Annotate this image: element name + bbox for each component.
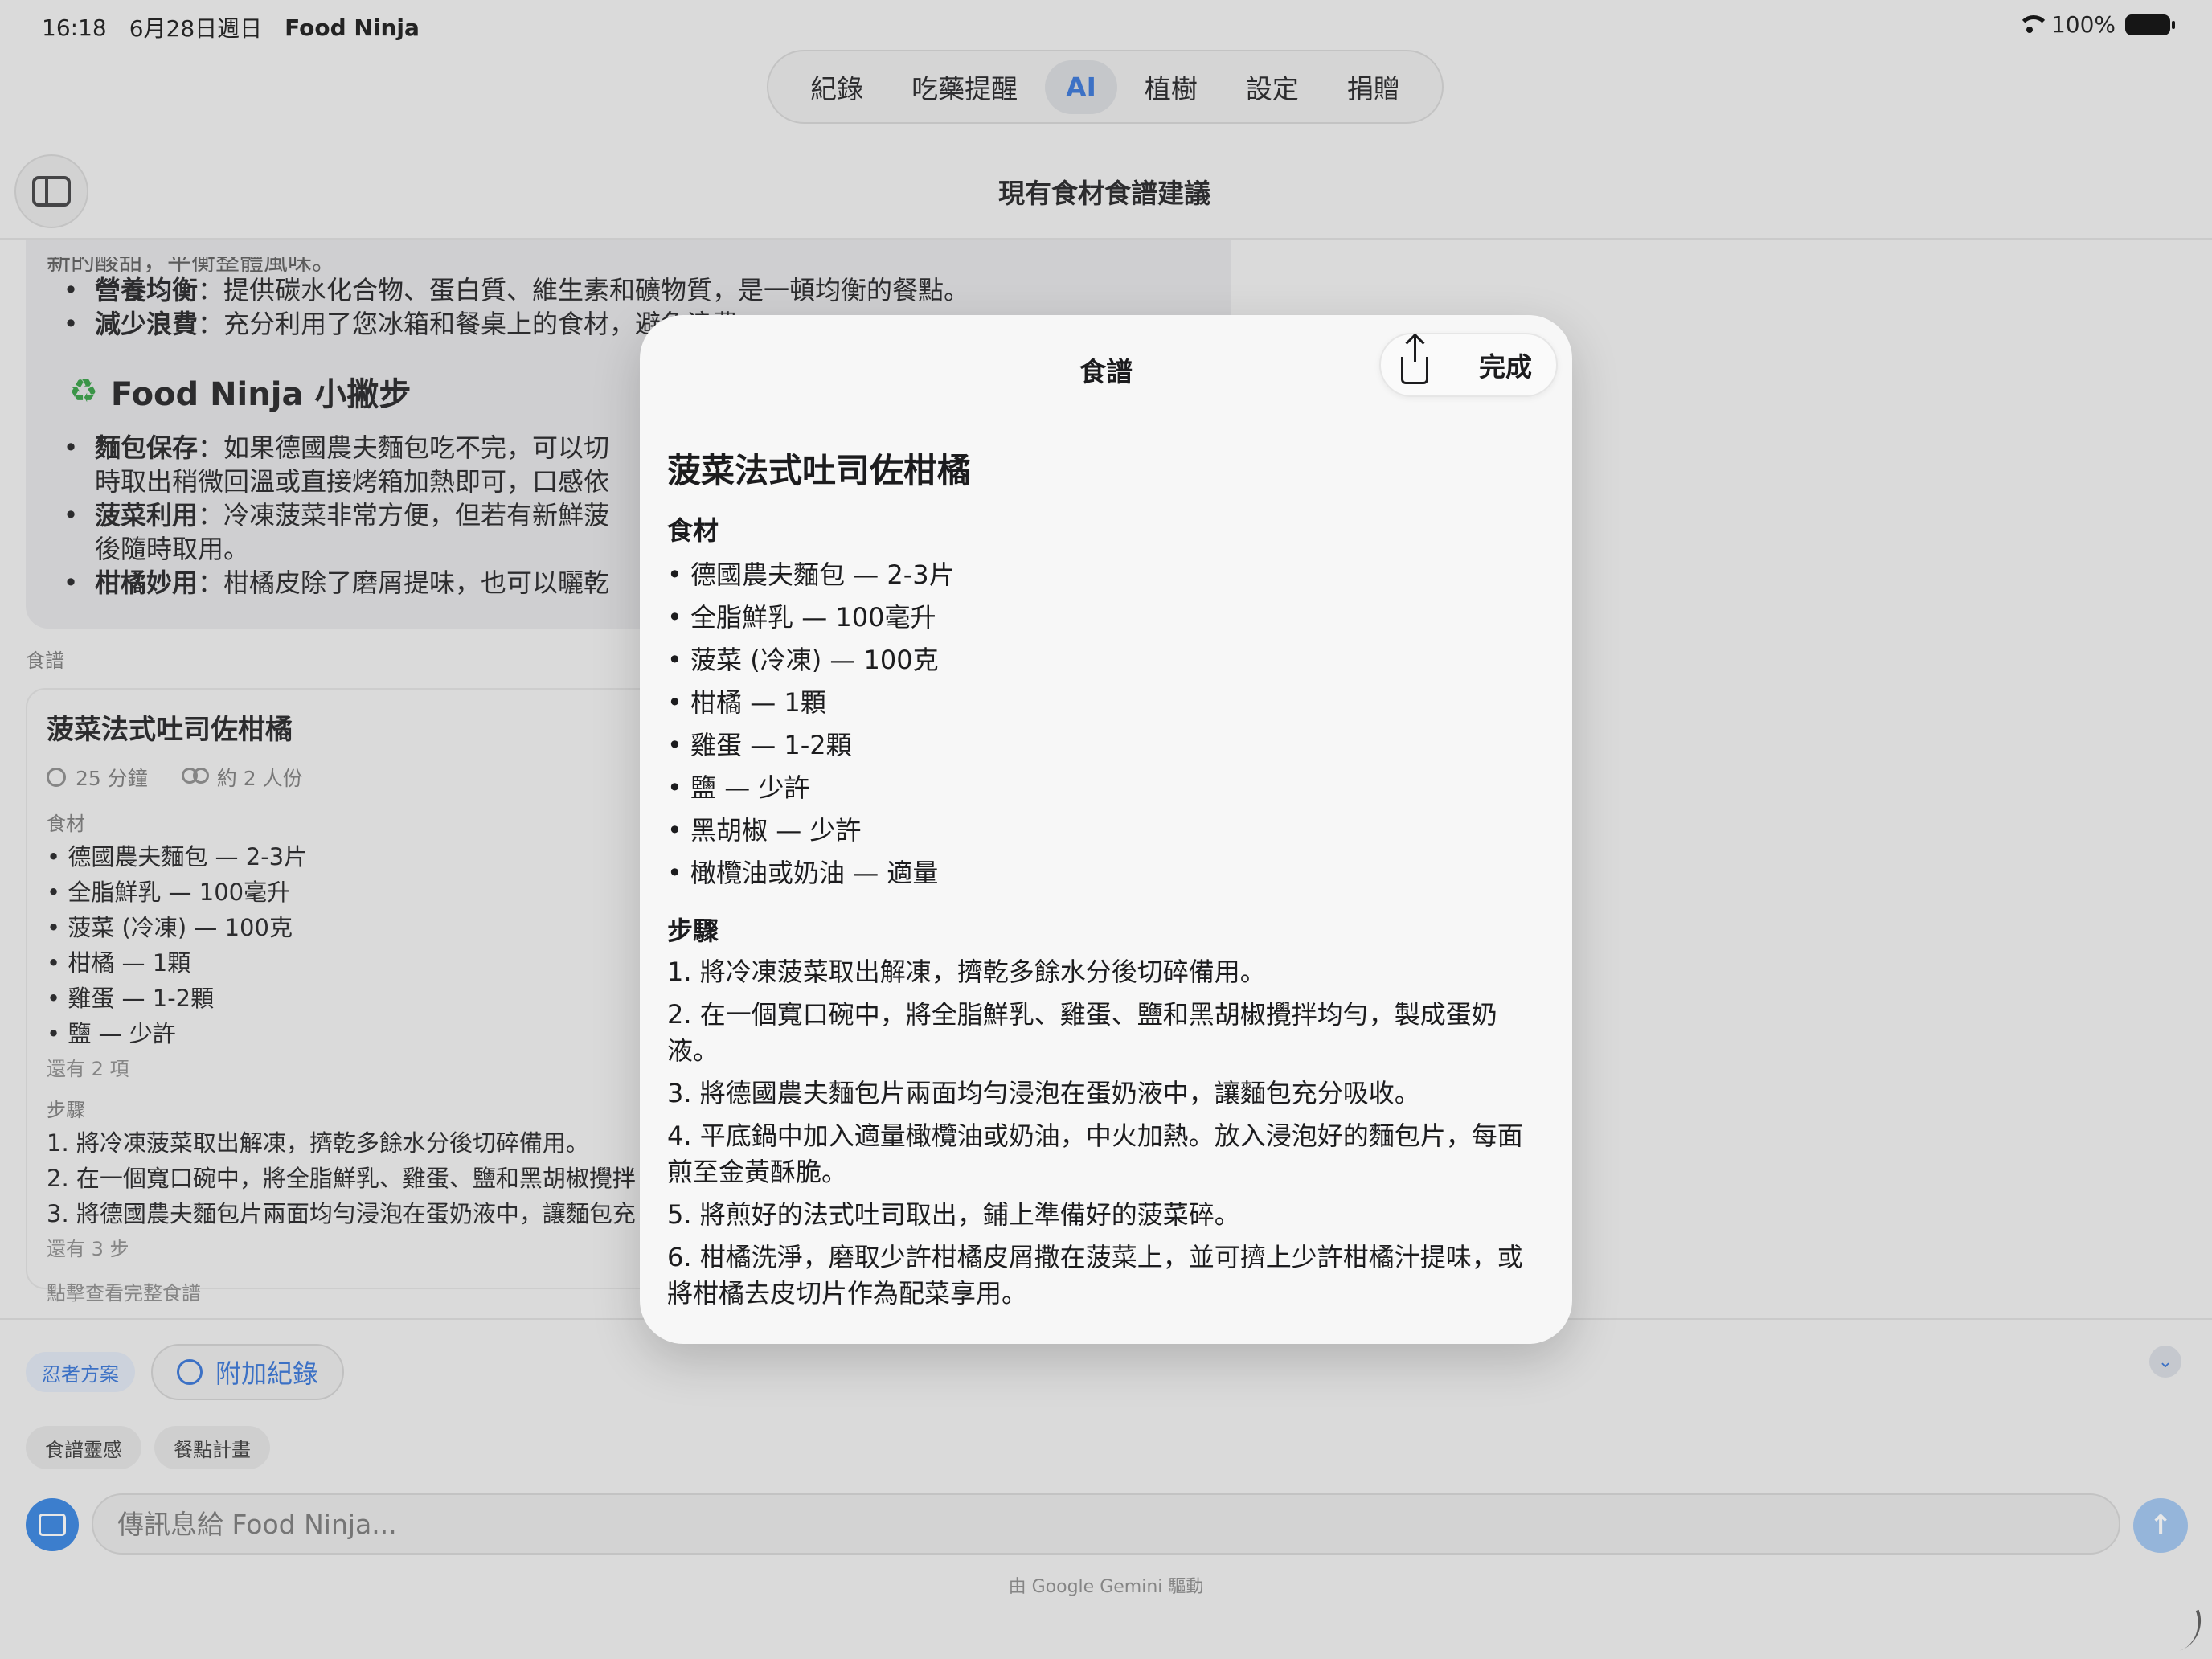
list-item: 4. 平底鍋中加入適量橄欖油或奶油，中火加熱。放入浸泡好的麵包片，每面煎至金黃酥… [667, 1120, 1523, 1187]
done-button[interactable]: 完成 [1448, 346, 1556, 384]
list-item: 6. 柑橘洗淨，磨取少許柑橘皮屑撒在菠菜上，並可擠上少許柑橘汁提味，或將柑橘去皮… [667, 1242, 1523, 1309]
recipe-sheet: 食譜 完成 菠菜法式吐司佐柑橘 食材 • 德國農夫麵包 — 2-3片 • 全脂鮮… [640, 315, 1572, 1344]
list-item: 3. 將德國農夫麵包片兩面均勻浸泡在蛋奶液中，讓麵包充分吸收。 [667, 1078, 1420, 1108]
list-item: 5. 將煎好的法式吐司取出，鋪上準備好的菠菜碎。 [667, 1199, 1240, 1230]
list-item: • 黑胡椒 — 少許 [667, 815, 862, 846]
list-item: • 全脂鮮乳 — 100毫升 [667, 602, 936, 633]
share-button[interactable] [1381, 333, 1448, 397]
list-item: • 柑橘 — 1顆 [667, 687, 826, 718]
list-item: • 菠菜 (冷凍) — 100克 [667, 645, 939, 675]
steps-heading: 步驟 [667, 916, 719, 946]
sheet-content: 菠菜法式吐司佐柑橘 食材 • 德國農夫麵包 — 2-3片 • 全脂鮮乳 — 10… [667, 444, 1540, 1318]
list-item: 1. 將冷凍菠菜取出解凍，擠乾多餘水分後切碎備用。 [667, 956, 1266, 987]
sheet-actions: 完成 [1379, 333, 1558, 397]
list-item: • 鹽 — 少許 [667, 772, 810, 803]
share-icon [1401, 336, 1428, 384]
ingredients-heading: 食材 [667, 515, 719, 546]
steps-section: 步驟 1. 將冷凍菠菜取出解凍，擠乾多餘水分後切碎備用。 2. 在一個寬口碗中，… [667, 911, 1540, 1312]
recipe-title: 菠菜法式吐司佐柑橘 [667, 451, 972, 490]
list-item: • 雞蛋 — 1-2顆 [667, 730, 852, 760]
list-item: • 德國農夫麵包 — 2-3片 [667, 559, 955, 590]
list-item: • 橄欖油或奶油 — 適量 [667, 858, 939, 888]
list-item: 2. 在一個寬口碗中，將全脂鮮乳、雞蛋、鹽和黑胡椒攪拌均勻，製成蛋奶液。 [667, 999, 1497, 1066]
